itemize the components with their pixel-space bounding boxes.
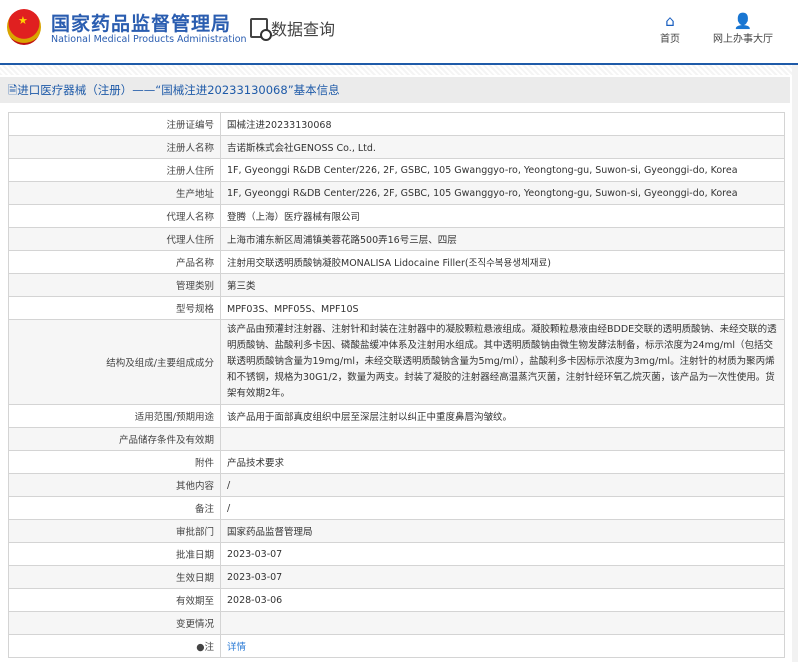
table-row: 管理类别 第三类 bbox=[8, 273, 785, 297]
row-value: 上海市浦东新区周浦镇美蓉花路500弄16号三层、四层 bbox=[220, 227, 785, 251]
row-value: 该产品用于面部真皮组织中层至深层注射以纠正中重度鼻唇沟皱纹。 bbox=[220, 404, 785, 428]
table-row: 备注 / bbox=[8, 496, 785, 520]
nav-home[interactable]: ⌂ 首页 bbox=[660, 12, 680, 45]
row-label: 型号规格 bbox=[8, 296, 221, 320]
nav-home-label: 首页 bbox=[660, 34, 680, 45]
table-row: 有效期至 2028-03-06 bbox=[8, 588, 785, 612]
row-label: 批准日期 bbox=[8, 542, 221, 566]
page-title-text: 进口医疗器械（注册）——“国械注进20233130068”基本信息 bbox=[17, 83, 340, 97]
row-value: 国家药品监督管理局 bbox=[220, 519, 785, 543]
section-title: 数据查询 bbox=[250, 16, 336, 41]
table-row: 适用范围/预期用途 该产品用于面部真皮组织中层至深层注射以纠正中重度鼻唇沟皱纹。 bbox=[8, 404, 785, 428]
row-value: 注射用交联透明质酸钠凝胶MONALISA Lidocaine Filler(조직… bbox=[220, 250, 785, 274]
data-search-icon bbox=[250, 18, 272, 41]
table-row: 注册证编号 国械注进20233130068 bbox=[8, 112, 785, 136]
table-row: 生效日期 2023-03-07 bbox=[8, 565, 785, 589]
nav-online-hall-label: 网上办事大厅 bbox=[713, 34, 773, 45]
row-label: 其他内容 bbox=[8, 473, 221, 497]
row-label: 备注 bbox=[8, 496, 221, 520]
row-label: ●注 bbox=[8, 634, 221, 658]
row-label: 代理人名称 bbox=[8, 204, 221, 228]
row-value: / bbox=[220, 473, 785, 497]
row-value: 1F, Gyeonggi R&DB Center/226, 2F, GSBC, … bbox=[220, 158, 785, 182]
row-label: 产品储存条件及有效期 bbox=[8, 427, 221, 451]
table-row: 审批部门 国家药品监督管理局 bbox=[8, 519, 785, 543]
logo-subtitle: National Medical Products Administration bbox=[51, 34, 247, 45]
row-label: 注册人住所 bbox=[8, 158, 221, 182]
home-icon: ⌂ bbox=[665, 12, 675, 30]
table-row: ●注 详情 bbox=[8, 634, 785, 658]
table-row: 批准日期 2023-03-07 bbox=[8, 542, 785, 566]
row-value: 2023-03-07 bbox=[220, 565, 785, 589]
row-value: MPF03S、MPF05S、MPF10S bbox=[220, 296, 785, 320]
table-row: 附件 产品技术要求 bbox=[8, 450, 785, 474]
row-value: 国械注进20233130068 bbox=[220, 112, 785, 136]
table-row: 代理人住所 上海市浦东新区周浦镇美蓉花路500弄16号三层、四层 bbox=[8, 227, 785, 251]
page-title: 🗎进口医疗器械（注册）——“国械注进20233130068”基本信息 bbox=[0, 77, 790, 103]
scrollbar[interactable] bbox=[792, 65, 798, 662]
row-value: 吉诺斯株式会社GENOSS Co., Ltd. bbox=[220, 135, 785, 159]
row-label: 注册人名称 bbox=[8, 135, 221, 159]
table-row: 其他内容 / bbox=[8, 473, 785, 497]
logo-title[interactable]: 国家药品监督管理局 bbox=[51, 9, 231, 36]
table-row: 注册人住所 1F, Gyeonggi R&DB Center/226, 2F, G… bbox=[8, 158, 785, 182]
divider-strip bbox=[0, 65, 798, 75]
table-row: 变更情况 bbox=[8, 611, 785, 635]
row-value: 1F, Gyeonggi R&DB Center/226, 2F, GSBC, … bbox=[220, 181, 785, 205]
row-label: 审批部门 bbox=[8, 519, 221, 543]
row-label: 有效期至 bbox=[8, 588, 221, 612]
row-label: 附件 bbox=[8, 450, 221, 474]
row-value bbox=[220, 427, 785, 451]
info-table: 注册证编号 国械注进20233130068 注册人名称 吉诺斯株式会社GENOSS C… bbox=[8, 112, 785, 658]
row-value: / bbox=[220, 496, 785, 520]
national-emblem-logo bbox=[7, 9, 41, 45]
row-label: 适用范围/预期用途 bbox=[8, 404, 221, 428]
row-label: 代理人住所 bbox=[8, 227, 221, 251]
table-row: 结构及组成/主要组成成分 该产品由预灌封注射器、注射针和封装在注射器中的凝胶颗粒悬… bbox=[8, 319, 785, 405]
table-row: 型号规格 MPF03S、MPF05S、MPF10S bbox=[8, 296, 785, 320]
row-label: 注册证编号 bbox=[8, 112, 221, 136]
row-label: 结构及组成/主要组成成分 bbox=[8, 319, 221, 405]
row-value: 登腾（上海）医疗器械有限公司 bbox=[220, 204, 785, 228]
user-icon: 👤 bbox=[733, 12, 753, 30]
row-label: 生产地址 bbox=[8, 181, 221, 205]
row-value: 该产品由预灌封注射器、注射针和封装在注射器中的凝胶颗粒悬液组成。凝胶颗粒悬液由经… bbox=[220, 319, 785, 405]
row-label: 管理类别 bbox=[8, 273, 221, 297]
table-row: 注册人名称 吉诺斯株式会社GENOSS Co., Ltd. bbox=[8, 135, 785, 159]
table-row: 产品名称 注射用交联透明质酸钠凝胶MONALISA Lidocaine Fille… bbox=[8, 250, 785, 274]
details-link[interactable]: 详情 bbox=[227, 642, 246, 653]
table-row: 代理人名称 登腾（上海）医疗器械有限公司 bbox=[8, 204, 785, 228]
row-value bbox=[220, 611, 785, 635]
row-label: 变更情况 bbox=[8, 611, 221, 635]
section-label: 数据查询 bbox=[271, 20, 336, 39]
row-value: 产品技术要求 bbox=[220, 450, 785, 474]
note-label: 注 bbox=[204, 642, 214, 653]
row-label: 产品名称 bbox=[8, 250, 221, 274]
nav-online-hall[interactable]: 👤 网上办事大厅 bbox=[713, 12, 773, 45]
table-row: 产品储存条件及有效期 bbox=[8, 427, 785, 451]
table-row: 生产地址 1F, Gyeonggi R&DB Center/226, 2F, GS… bbox=[8, 181, 785, 205]
row-value: 2023-03-07 bbox=[220, 542, 785, 566]
row-value: 2028-03-06 bbox=[220, 588, 785, 612]
row-value: 详情 bbox=[220, 634, 785, 658]
document-icon: 🗎 bbox=[8, 83, 18, 97]
site-header: 国家药品监督管理局 National Medical Products Admi… bbox=[0, 0, 798, 65]
row-value: 第三类 bbox=[220, 273, 785, 297]
row-label: 生效日期 bbox=[8, 565, 221, 589]
